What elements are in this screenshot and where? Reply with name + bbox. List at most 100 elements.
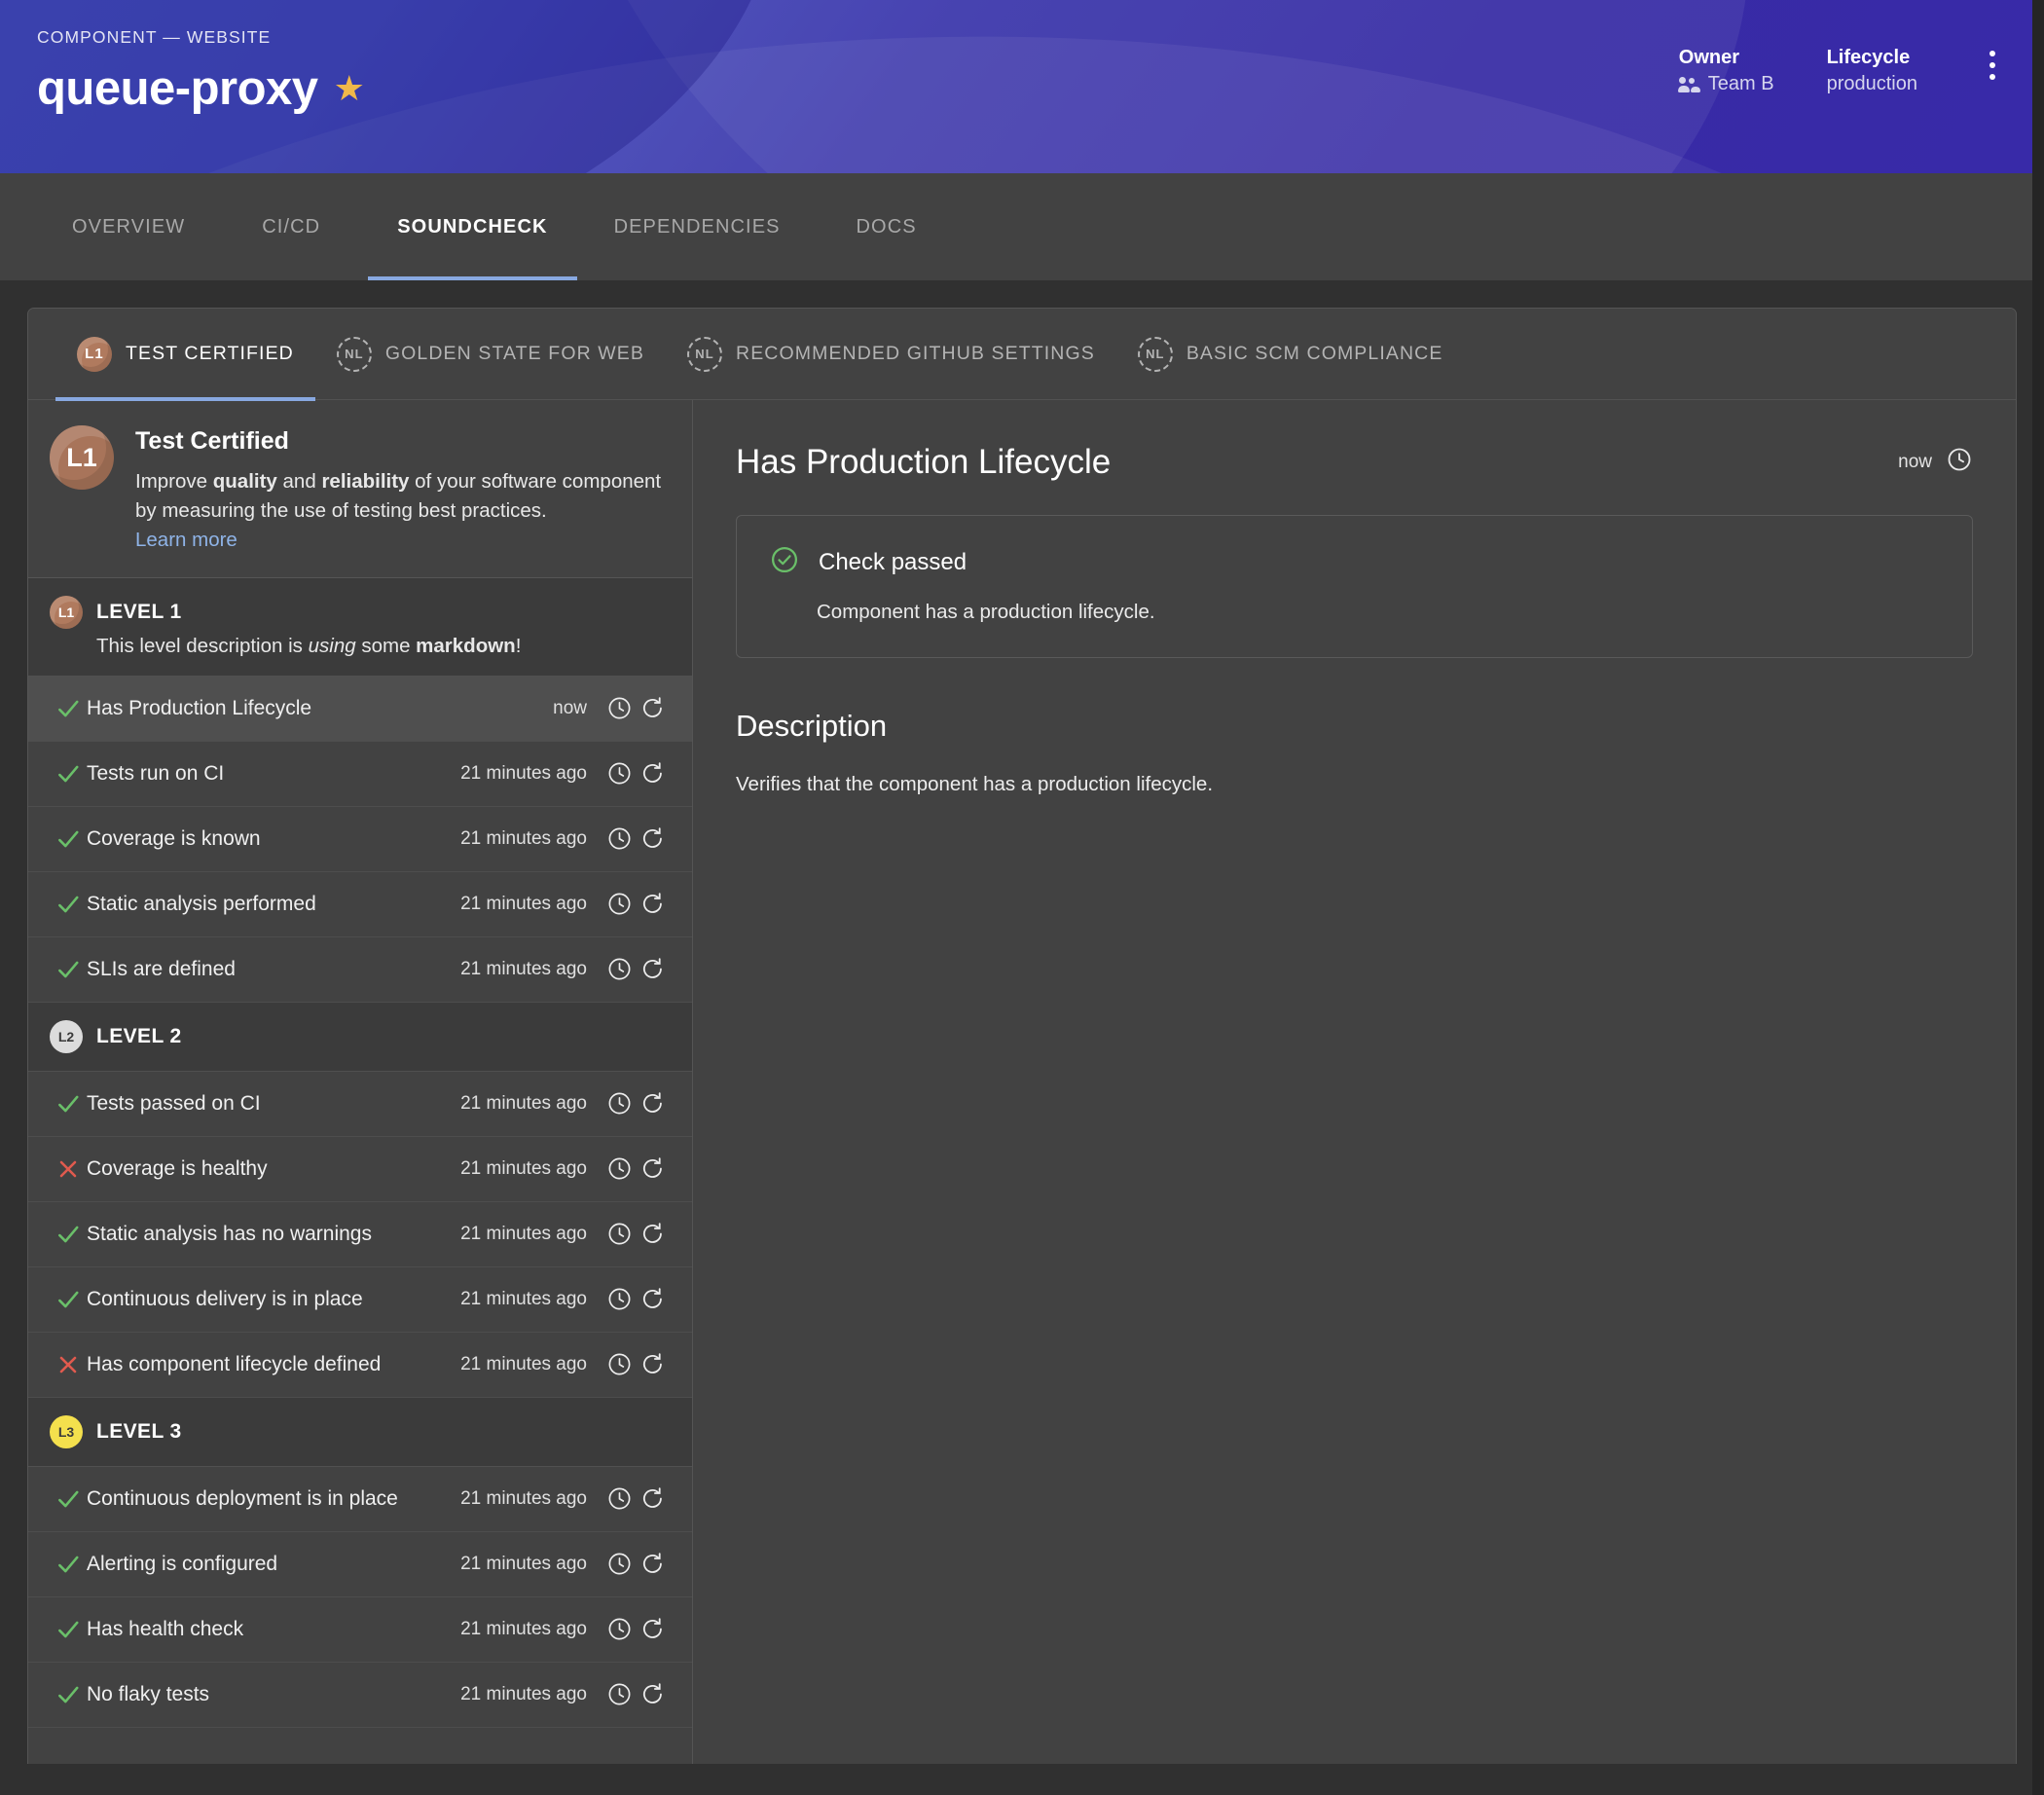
- certification-title: Test Certified: [135, 427, 289, 455]
- refresh-icon[interactable]: [636, 1551, 669, 1577]
- history-clock-icon[interactable]: [602, 1221, 636, 1247]
- check-row[interactable]: Continuous delivery is in place 21 minute…: [28, 1266, 692, 1333]
- level-badge-nl: NL: [687, 336, 723, 372]
- history-clock-icon[interactable]: [1946, 446, 1973, 479]
- check-row[interactable]: Coverage is known 21 minutes ago: [28, 806, 692, 872]
- owner-block: Owner Team B: [1677, 45, 1827, 97]
- check-row[interactable]: Alerting is configured 21 minutes ago: [28, 1531, 692, 1597]
- check-icon: [50, 1682, 87, 1707]
- refresh-icon[interactable]: [636, 891, 669, 917]
- refresh-icon[interactable]: [636, 760, 669, 787]
- history-clock-icon[interactable]: [602, 1551, 636, 1577]
- tab-label: DOCS: [856, 215, 917, 238]
- history-clock-icon[interactable]: [602, 891, 636, 917]
- check-row[interactable]: Coverage is healthy 21 minutes ago: [28, 1136, 692, 1202]
- check-label: Coverage is healthy: [87, 1156, 268, 1180]
- detail-title: Has Production Lifecycle: [736, 443, 1112, 481]
- lifecycle-label: Lifecycle: [1826, 47, 1911, 68]
- check-row[interactable]: Continuous deployment is in place 21 minu…: [28, 1466, 692, 1532]
- learn-more-link[interactable]: Learn more: [135, 529, 237, 552]
- checks-sidebar: L1 Test Certified Improve quality and re…: [28, 400, 693, 1764]
- check-timestamp: 21 minutes ago: [460, 762, 587, 784]
- check-row[interactable]: Static analysis has no warnings 21 minute…: [28, 1201, 692, 1267]
- cert-tab-basic-scm-compliance[interactable]: NL BASIC SCM COMPLIANCE: [1116, 309, 1465, 400]
- level-badge-l1: L1: [77, 336, 112, 372]
- history-clock-icon[interactable]: [602, 695, 636, 721]
- history-clock-icon[interactable]: [602, 825, 636, 852]
- history-clock-icon[interactable]: [602, 1155, 636, 1182]
- tab-soundcheck[interactable]: SOUNDCHECK: [364, 173, 580, 280]
- soundcheck-body: L1 Test Certified Improve quality and re…: [28, 400, 2016, 1764]
- refresh-icon[interactable]: [636, 1681, 669, 1707]
- owner-value[interactable]: Team B: [1708, 71, 1774, 97]
- lifecycle-block: Lifecycle production: [1827, 45, 1970, 97]
- check-timestamp: 21 minutes ago: [460, 1618, 587, 1639]
- level-badge-nl: NL: [1137, 336, 1173, 372]
- refresh-icon[interactable]: [636, 1485, 669, 1512]
- check-icon: [50, 696, 87, 721]
- check-icon: [50, 826, 87, 852]
- check-result-message: Component has a production lifecycle.: [817, 601, 1155, 623]
- level-header-row: L2 LEVEL 2: [50, 1019, 671, 1053]
- refresh-icon[interactable]: [636, 695, 669, 721]
- cert-tab-recommended-github-settings[interactable]: NL RECOMMENDED GITHUB SETTINGS: [666, 309, 1116, 400]
- history-clock-icon[interactable]: [602, 1616, 636, 1642]
- refresh-icon[interactable]: [636, 1616, 669, 1642]
- cross-icon: [50, 1353, 87, 1376]
- check-icon: [50, 1091, 87, 1117]
- refresh-icon[interactable]: [636, 1351, 669, 1377]
- tab-dependencies[interactable]: DEPENDENCIES: [581, 173, 814, 280]
- check-timestamp: 21 minutes ago: [460, 1683, 587, 1704]
- component-banner: COMPONENT — WEBSITE queue-proxy ★ Owner …: [0, 0, 2032, 173]
- check-row[interactable]: Static analysis performed 21 minutes ago: [28, 871, 692, 937]
- tab-ci-cd[interactable]: CI/CD: [218, 173, 364, 280]
- check-row[interactable]: No flaky tests 21 minutes ago: [28, 1662, 692, 1728]
- check-row[interactable]: SLIs are defined 21 minutes ago: [28, 936, 692, 1003]
- lifecycle-value: production: [1826, 73, 1917, 94]
- refresh-icon[interactable]: [636, 1221, 669, 1247]
- check-row[interactable]: Tests passed on CI 21 minutes ago: [28, 1071, 692, 1137]
- check-row[interactable]: Has health check 21 minutes ago: [28, 1596, 692, 1663]
- history-clock-icon[interactable]: [602, 1286, 636, 1312]
- check-label: Continuous deployment is in place: [87, 1486, 398, 1510]
- refresh-icon[interactable]: [636, 825, 669, 852]
- check-label: Static analysis has no warnings: [87, 1222, 372, 1245]
- check-circle-icon: [770, 545, 799, 579]
- tab-overview[interactable]: OVERVIEW: [39, 173, 218, 280]
- owner-value-row: Team B: [1677, 71, 1774, 97]
- check-icon: [50, 1222, 87, 1247]
- history-clock-icon[interactable]: [602, 1090, 636, 1117]
- refresh-icon[interactable]: [636, 1155, 669, 1182]
- banner-meta: Owner Team B Lifecycle production: [1677, 45, 2032, 97]
- history-clock-icon[interactable]: [602, 1351, 636, 1377]
- history-clock-icon[interactable]: [602, 1485, 636, 1512]
- favorite-star-icon[interactable]: ★: [334, 71, 365, 106]
- check-timestamp: 21 minutes ago: [460, 893, 587, 914]
- level-header-l2: L2 LEVEL 2: [28, 1002, 692, 1072]
- level-title: LEVEL 3: [96, 1419, 182, 1443]
- refresh-icon[interactable]: [636, 1090, 669, 1117]
- history-clock-icon[interactable]: [602, 956, 636, 982]
- check-timestamp: 21 minutes ago: [460, 1353, 587, 1374]
- level-header-l1: L1 LEVEL 1 This level description is using…: [28, 577, 692, 677]
- check-timestamp: 21 minutes ago: [460, 1157, 587, 1179]
- refresh-icon[interactable]: [636, 1286, 669, 1312]
- certification-description: Improve quality and reliability of your …: [135, 470, 662, 523]
- check-row[interactable]: Has Production Lifecycle now: [28, 676, 692, 742]
- cert-tab-golden-state-for-web[interactable]: NL GOLDEN STATE FOR WEB: [315, 309, 666, 400]
- check-label: SLIs are defined: [87, 957, 236, 980]
- more-vertical-icon[interactable]: [1970, 45, 2015, 80]
- check-icon: [50, 1552, 87, 1577]
- history-clock-icon[interactable]: [602, 1681, 636, 1707]
- cert-tab-test-certified[interactable]: L1 TEST CERTIFIED: [55, 309, 315, 401]
- history-clock-icon[interactable]: [602, 760, 636, 787]
- level-header-row: L3 LEVEL 3: [50, 1414, 671, 1448]
- check-icon: [50, 1486, 87, 1512]
- refresh-icon[interactable]: [636, 956, 669, 982]
- certification-tab-bar: L1 TEST CERTIFIED NL GOLDEN STATE FOR WEB NL…: [28, 309, 2016, 401]
- check-row[interactable]: Has component lifecycle defined 21 minute…: [28, 1332, 692, 1398]
- tab-docs[interactable]: DOCS: [814, 173, 960, 280]
- check-timestamp: now: [553, 697, 587, 718]
- check-row[interactable]: Tests run on CI 21 minutes ago: [28, 741, 692, 807]
- description-text: Verifies that the component has a produc…: [736, 773, 1214, 795]
